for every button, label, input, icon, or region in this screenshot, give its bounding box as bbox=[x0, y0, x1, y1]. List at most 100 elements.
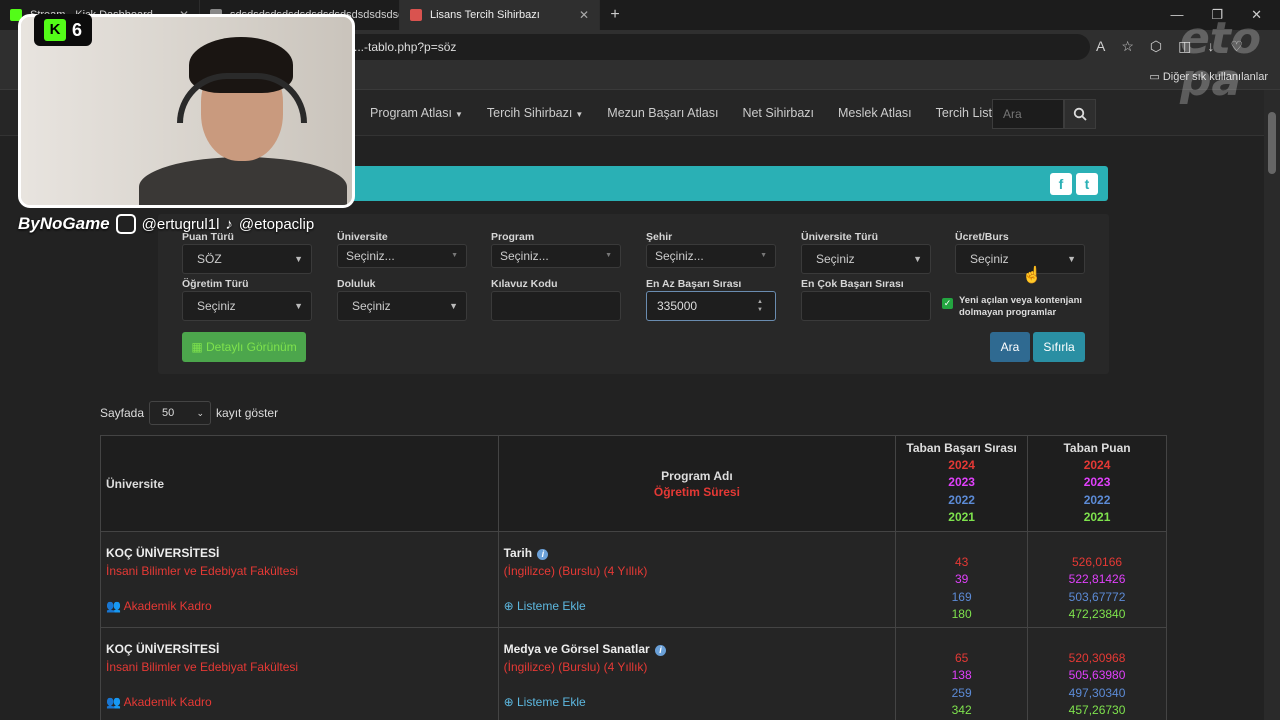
cell-ranks: 65 138 259 342 bbox=[895, 627, 1029, 720]
rank-2021: 180 bbox=[951, 607, 972, 621]
chevron-down-icon: ▼ bbox=[451, 252, 458, 259]
program-name[interactable]: Medya ve Görsel Sanatlar i bbox=[503, 642, 667, 656]
select-ogretim-turu[interactable]: Seçiniz ▼ bbox=[182, 291, 312, 321]
link-label: Akademik Kadro bbox=[123, 599, 212, 613]
extensions-icon[interactable]: ⬡ bbox=[1150, 38, 1162, 55]
score-2022: 503,67772 bbox=[1068, 589, 1126, 604]
select-universite[interactable]: Seçiniz... ▼ bbox=[337, 244, 467, 268]
score-2024: 520,30968 bbox=[1068, 650, 1126, 665]
reset-button[interactable]: Sıfırla bbox=[1033, 332, 1085, 362]
select-doluluk[interactable]: Seçiniz ▼ bbox=[337, 291, 467, 321]
header-universite[interactable]: Üniversite bbox=[100, 435, 499, 532]
add-to-list-link[interactable]: ⊕ Listeme Ekle bbox=[504, 695, 586, 709]
search-button[interactable] bbox=[1064, 99, 1096, 129]
read-aloud-icon[interactable]: A bbox=[1096, 38, 1105, 55]
tab-label: Lisans Tercih Sihirbazı bbox=[430, 9, 540, 21]
cell-university: KOÇ ÜNİVERSİTESİ İnsani Bilimler ve Edeb… bbox=[100, 531, 499, 628]
new-tab-button[interactable]: + bbox=[600, 6, 630, 24]
select-value: Seçiniz... bbox=[500, 249, 549, 263]
rank-2024: 65 bbox=[954, 650, 969, 665]
search-submit-button[interactable]: Ara bbox=[990, 332, 1030, 362]
header-program[interactable]: Program Adı Öğretim Süresi bbox=[497, 435, 897, 532]
program-label: Medya ve Görsel Sanatlar bbox=[503, 642, 650, 656]
info-icon[interactable]: i bbox=[655, 645, 667, 656]
search-icon bbox=[1073, 107, 1087, 121]
select-program[interactable]: Seçiniz... ▼ bbox=[491, 244, 621, 268]
nav-net-sihirbazi[interactable]: Net Sihirbazı bbox=[730, 106, 826, 120]
label-en-az: En Az Başarı Sırası bbox=[646, 278, 742, 290]
search-input[interactable] bbox=[992, 99, 1064, 129]
academic-staff-link[interactable]: 👥 Akademik Kadro bbox=[106, 695, 212, 709]
link-label: Listeme Ekle bbox=[517, 599, 586, 613]
checkbox-checked-icon[interactable]: ✓ bbox=[942, 298, 953, 309]
info-icon[interactable]: i bbox=[537, 549, 549, 560]
rank-2023: 39 bbox=[954, 572, 969, 586]
year-2023: 2023 bbox=[1083, 475, 1111, 489]
close-icon[interactable]: ✕ bbox=[579, 8, 589, 22]
nav-tercih-sihirbazi[interactable]: Tercih Sihirbazı ▼ bbox=[475, 106, 595, 120]
detailed-view-button[interactable]: ▦ Detaylı Görünüm bbox=[182, 332, 306, 362]
faculty-link[interactable]: İnsani Bilimler ve Edebiyat Fakültesi bbox=[106, 660, 298, 674]
rank-2021: 342 bbox=[951, 703, 972, 717]
program-detail: (İngilizce) (Burslu) (4 Yıllık) bbox=[503, 564, 648, 578]
etopa-watermark: eto pa bbox=[1180, 17, 1261, 103]
number-spinner-icon[interactable]: ▲ ▼ bbox=[757, 298, 763, 314]
cell-scores: 520,30968 505,63980 497,30340 457,26730 bbox=[1027, 627, 1167, 720]
university-name[interactable]: KOÇ ÜNİVERSİTESİ bbox=[106, 642, 219, 656]
new-programs-checkbox[interactable]: ✓ Yeni açılan veya kontenjanı dolmayan pr… bbox=[942, 295, 1082, 319]
program-name[interactable]: Tarih i bbox=[504, 546, 549, 560]
select-value: Seçiniz bbox=[352, 299, 391, 313]
header-taban-puan[interactable]: Taban Puan 2024 2023 2022 2021 bbox=[1027, 435, 1167, 532]
nav-meslek-atlasi[interactable]: Meslek Atlası bbox=[826, 106, 924, 120]
score-2024: 526,0166 bbox=[1072, 554, 1123, 569]
en-az-basari-input[interactable]: 335000 ▲ ▼ bbox=[646, 291, 776, 321]
table-icon: ▦ bbox=[191, 340, 206, 354]
select-sehir[interactable]: Seçiniz... ▼ bbox=[646, 244, 776, 268]
site-favicon-icon bbox=[410, 9, 422, 21]
select-ucret-burs[interactable]: Seçiniz ▼ bbox=[955, 244, 1085, 274]
label-ucret-burs: Ücret/Burs bbox=[955, 231, 1009, 243]
kilavuz-kodu-input[interactable] bbox=[491, 291, 621, 321]
sponsor-brand: ByNoGame bbox=[18, 214, 110, 233]
cell-ranks: 43 39 169 180 bbox=[895, 531, 1029, 628]
header-ogretim-suresi: Öğretim Süresi bbox=[653, 484, 740, 499]
checkbox-line-2: dolmayan programlar bbox=[959, 307, 1057, 318]
scrollbar-thumb[interactable] bbox=[1268, 112, 1276, 174]
add-to-list-link[interactable]: ⊕ Listeme Ekle bbox=[504, 599, 586, 613]
select-value: Seçiniz bbox=[197, 299, 236, 313]
users-icon: 👥 bbox=[106, 599, 124, 613]
page-size-select[interactable]: 50 ⌄ bbox=[149, 401, 212, 425]
input-value: 335000 bbox=[657, 299, 698, 313]
twitter-icon[interactable]: t bbox=[1076, 173, 1098, 195]
score-2023: 505,63980 bbox=[1068, 668, 1126, 682]
tab-lisans-tercih[interactable]: Lisans Tercih Sihirbazı ✕ bbox=[400, 0, 600, 30]
rank-2022: 259 bbox=[951, 685, 972, 700]
year-2024: 2024 bbox=[948, 457, 975, 472]
header-taban-basari[interactable]: Taban Başarı Sırası 2024 2023 2022 2021 bbox=[895, 435, 1029, 532]
label-ogretim-turu: Öğretim Türü bbox=[182, 278, 249, 290]
header-title: Taban Puan bbox=[1063, 440, 1131, 455]
table-header-row: Üniversite Program Adı Öğretim Süresi Ta… bbox=[100, 435, 1167, 532]
page-size-suffix: kayıt göster bbox=[216, 406, 279, 420]
faculty-link[interactable]: İnsani Bilimler ve Edebiyat Fakültesi bbox=[106, 564, 298, 578]
year-2021: 2021 bbox=[1083, 510, 1111, 524]
select-value: Seçiniz... bbox=[655, 249, 704, 263]
university-name[interactable]: KOÇ ÜNİVERSİTESİ bbox=[106, 546, 219, 560]
select-puan-turu[interactable]: SÖZ ▼ bbox=[182, 244, 312, 274]
page-scrollbar[interactable] bbox=[1264, 90, 1280, 720]
nav-program-atlasi[interactable]: Program Atlası ▼ bbox=[358, 106, 475, 120]
select-value: Seçiniz bbox=[816, 252, 855, 266]
program-detail: (İngilizce) (Burslu) (4 Yıllık) bbox=[503, 660, 648, 674]
select-value: Seçiniz bbox=[970, 252, 1009, 266]
academic-staff-link[interactable]: 👥 Akademik Kadro bbox=[106, 599, 212, 613]
year-2024: 2024 bbox=[1083, 457, 1111, 472]
nav-mezun-basari-atlasi[interactable]: Mezun Başarı Atlası bbox=[595, 106, 730, 120]
chevron-down-icon: ▼ bbox=[913, 254, 922, 264]
favorite-star-icon[interactable]: ☆ bbox=[1121, 38, 1134, 55]
select-universite-turu[interactable]: Seçiniz ▼ bbox=[801, 244, 931, 274]
en-cok-basari-input[interactable] bbox=[801, 291, 931, 321]
chevron-down-icon: ▼ bbox=[449, 301, 458, 311]
label-universite: Üniversite bbox=[337, 231, 388, 243]
url-field[interactable]: ...-tablo.php?p=söz bbox=[330, 34, 1090, 60]
facebook-icon[interactable]: f bbox=[1050, 173, 1072, 195]
